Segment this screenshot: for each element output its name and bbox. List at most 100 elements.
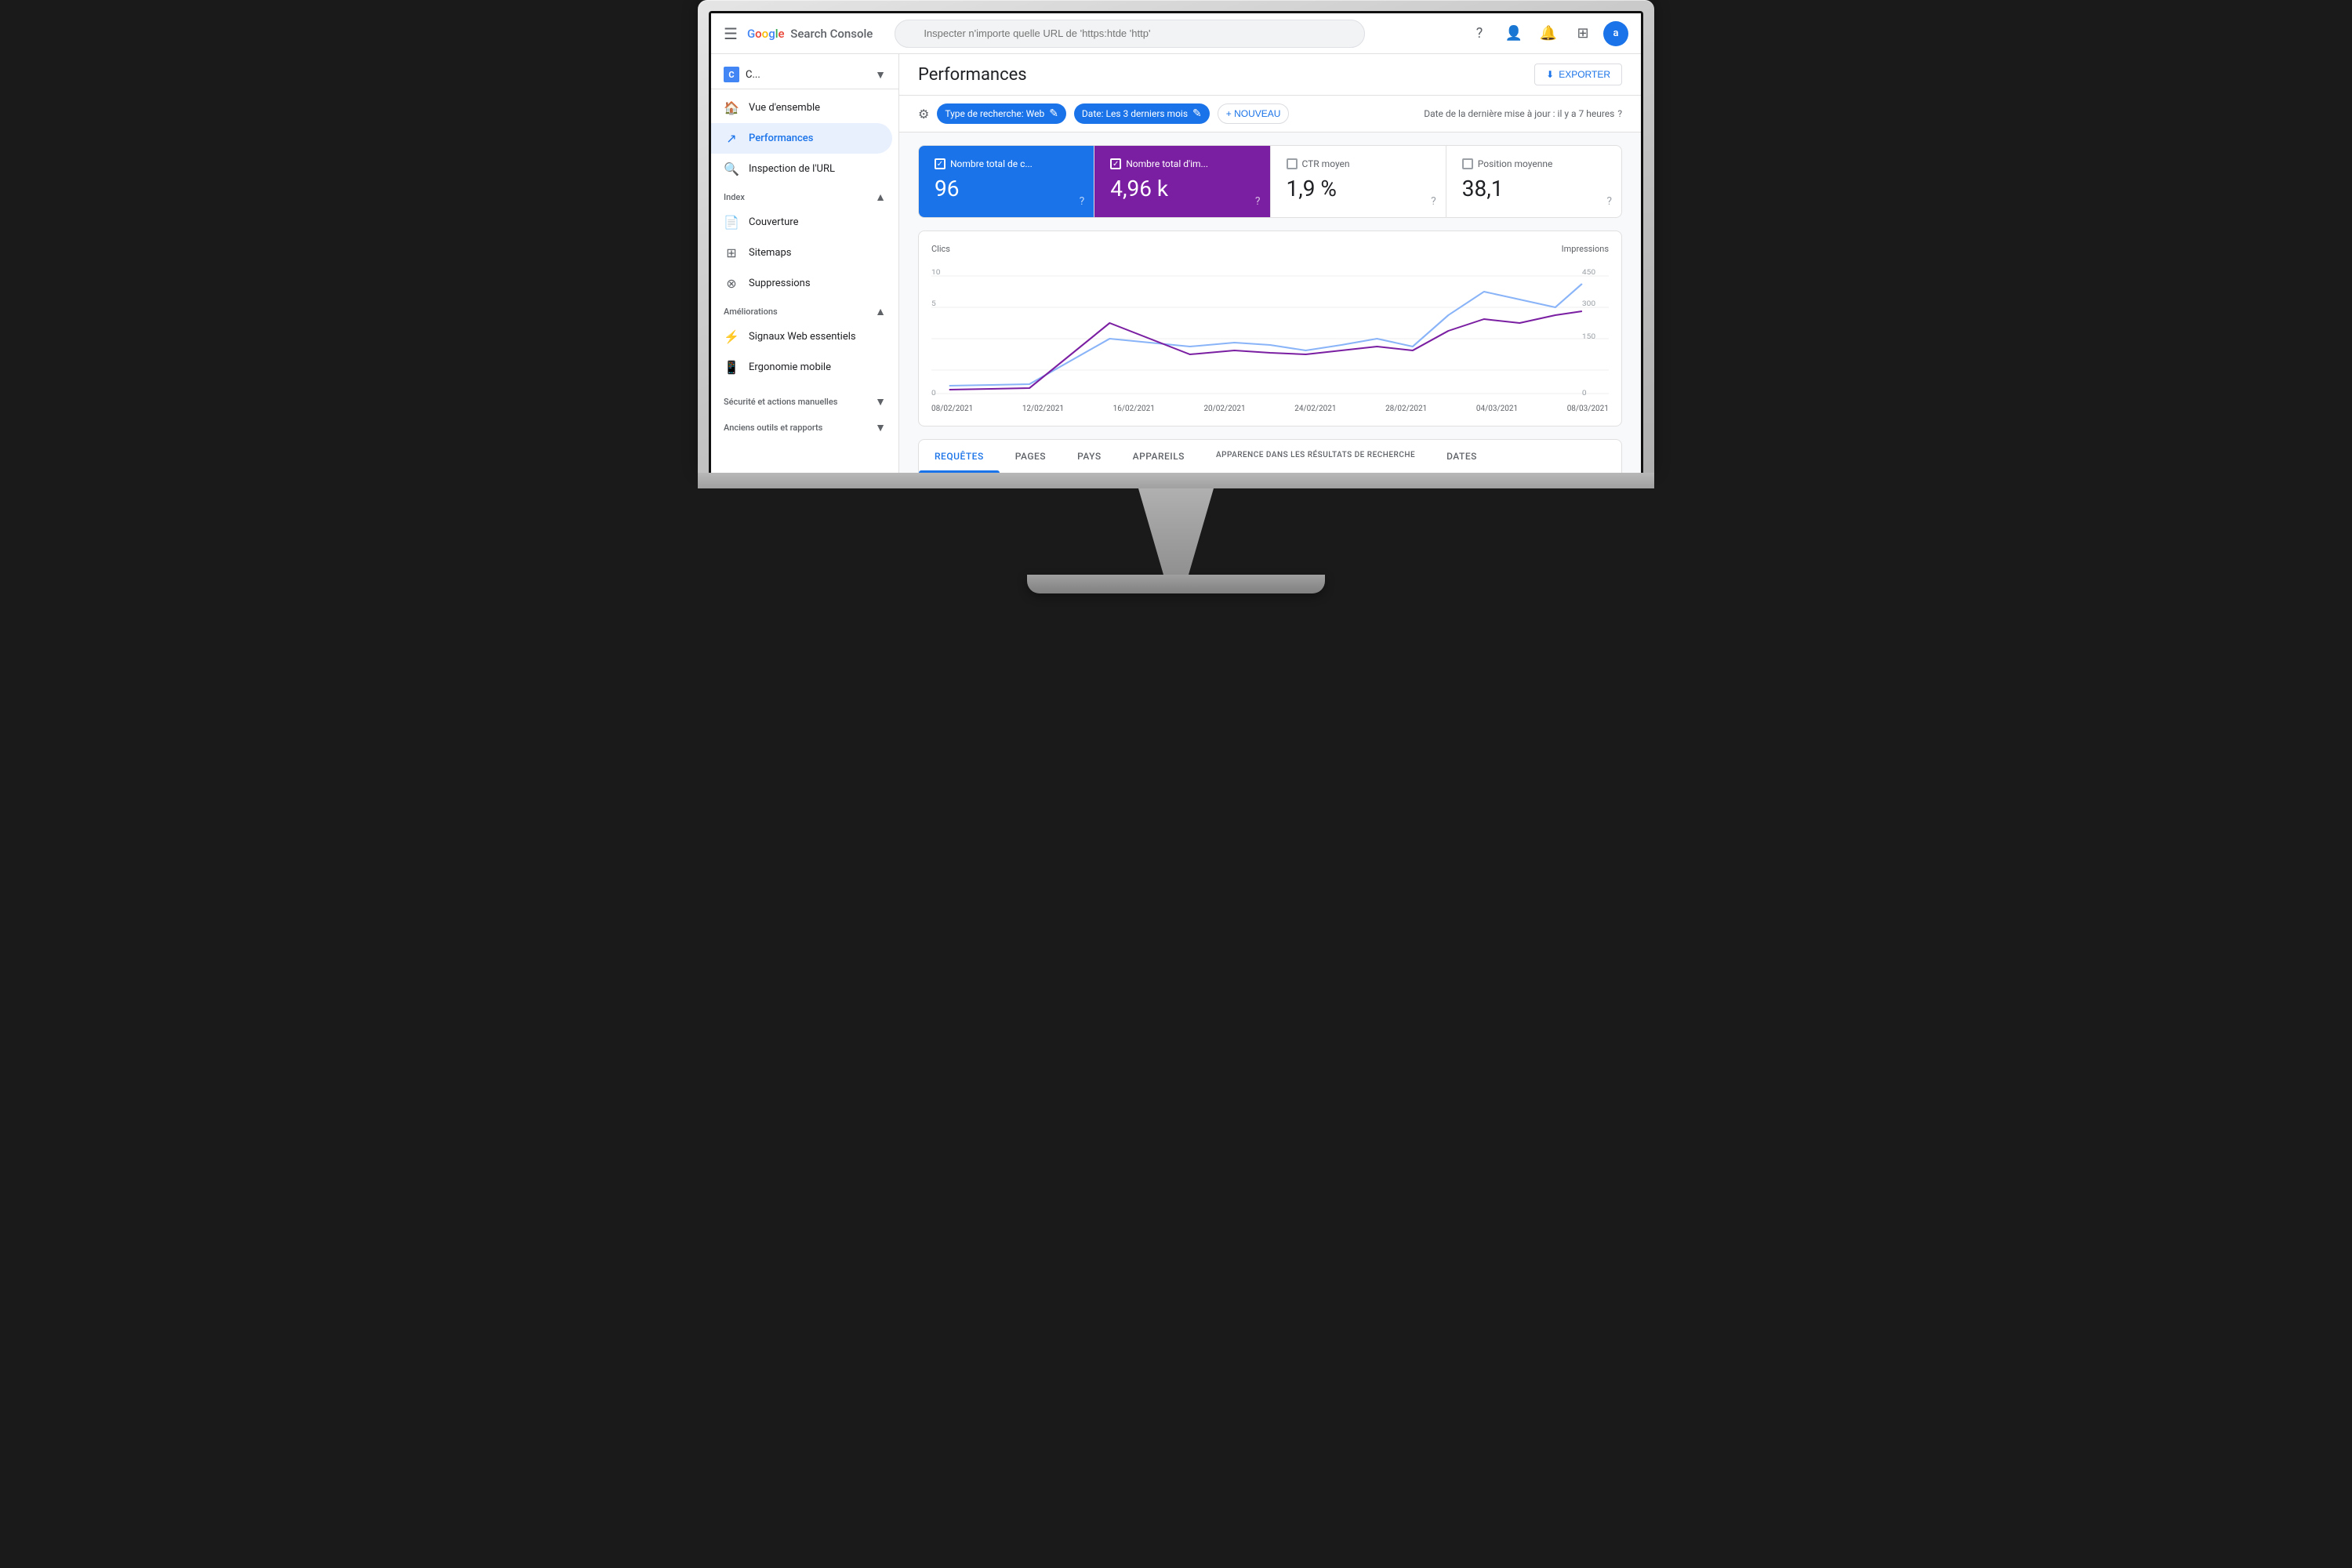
filter-bar: ⚙ Type de recherche: Web ✎ Date: Les 3 d… xyxy=(899,96,1641,132)
sidebar-label-vue-ensemble: Vue d'ensemble xyxy=(749,102,820,114)
chart-label-clics: Clics xyxy=(931,244,950,254)
sidebar-item-sitemaps[interactable]: ⊞ Sitemaps xyxy=(711,238,892,268)
metrics-cards: ✓ Nombre total de c... 96 ? xyxy=(918,145,1622,218)
svg-text:300: 300 xyxy=(1582,300,1595,308)
index-chevron-icon[interactable]: ▲ xyxy=(875,191,886,204)
export-button[interactable]: ⬇ EXPORTER xyxy=(1534,64,1622,85)
metric-value-ctr: 1,9 % xyxy=(1287,176,1430,201)
chart-date-8: 08/03/2021 xyxy=(1567,405,1609,413)
monitor-frame: ☰ Google Search Console 🔍 xyxy=(698,0,1654,473)
tab-appareils[interactable]: APPAREILS xyxy=(1117,440,1200,473)
tab-dates[interactable]: DATES xyxy=(1431,440,1493,473)
topbar-actions: ? 👤 🔔 ⊞ a xyxy=(1465,20,1628,48)
mobile-icon: 📱 xyxy=(724,360,739,375)
chart-date-6: 28/02/2021 xyxy=(1385,405,1427,413)
metrics-area: ✓ Nombre total de c... 96 ? xyxy=(899,132,1641,230)
metric-label-ctr: CTR moyen xyxy=(1302,158,1350,169)
metric-info-clics[interactable]: ? xyxy=(1080,195,1085,208)
filter-icon: ⚙ xyxy=(918,107,929,122)
property-chevron-icon: ▼ xyxy=(875,68,886,82)
trending-icon: ↗ xyxy=(724,131,739,146)
metric-value-position: 38,1 xyxy=(1462,176,1606,201)
svg-text:450: 450 xyxy=(1582,269,1595,277)
sidebar-item-couverture[interactable]: 📄 Couverture xyxy=(711,207,892,238)
tabs-bar: REQUÊTES PAGES PAYS APPAREILS APPARENCE … xyxy=(918,439,1622,473)
filter-date-info: Date de la dernière mise à jour : il y a… xyxy=(1424,108,1622,119)
sidebar-item-ergonomie[interactable]: 📱 Ergonomie mobile xyxy=(711,352,892,383)
old-tools-section-label: Anciens outils et rapports xyxy=(724,423,822,433)
metric-label-impressions: Nombre total d'im... xyxy=(1126,158,1208,169)
filter-chip-date[interactable]: Date: Les 3 derniers mois ✎ xyxy=(1074,103,1210,124)
scene: ☰ Google Search Console 🔍 xyxy=(651,0,1701,593)
chart-dates: 08/02/2021 12/02/2021 16/02/2021 20/02/2… xyxy=(931,405,1609,413)
help-icon-btn[interactable]: ? xyxy=(1465,20,1494,48)
chart-svg-wrapper: 10 5 0 450 300 150 0 xyxy=(931,260,1609,401)
sidebar-label-suppressions: Suppressions xyxy=(749,278,811,289)
topbar-logo: Google Search Console xyxy=(747,27,873,41)
metric-checkbox-position xyxy=(1462,158,1473,169)
ameliorations-chevron-icon[interactable]: ▲ xyxy=(875,305,886,318)
security-chevron-icon[interactable]: ▼ xyxy=(875,395,886,408)
svg-text:0: 0 xyxy=(1582,390,1587,397)
property-name: C... xyxy=(746,69,869,81)
content-header: Performances ⬇ EXPORTER xyxy=(899,54,1641,96)
tab-requetes[interactable]: REQUÊTES xyxy=(919,440,1000,473)
svg-text:10: 10 xyxy=(931,269,940,277)
filter-chip-search-type[interactable]: Type de recherche: Web ✎ xyxy=(937,103,1066,124)
sidebar-item-suppressions[interactable]: ⊗ Suppressions xyxy=(711,268,892,299)
sidebar-item-vue-ensemble[interactable]: 🏠 Vue d'ensemble xyxy=(711,93,892,123)
chart-date-5: 24/02/2021 xyxy=(1294,405,1336,413)
chart-date-4: 20/02/2021 xyxy=(1203,405,1245,413)
topbar-search-wrapper: 🔍 xyxy=(895,20,1365,48)
sidebar-item-performances[interactable]: ↗ Performances xyxy=(711,123,892,154)
metric-value-clics: 96 xyxy=(935,176,1078,201)
metric-card-position[interactable]: Position moyenne 38,1 ? xyxy=(1446,146,1621,217)
suppress-icon: ⊗ xyxy=(724,276,739,291)
new-filter-label: + NOUVEAU xyxy=(1226,108,1281,119)
tab-apparence[interactable]: APPARENCE DANS LES RÉSULTATS DE RECHERCH… xyxy=(1200,440,1431,473)
metric-card-clics[interactable]: ✓ Nombre total de c... 96 ? xyxy=(919,146,1094,217)
metric-info-impressions[interactable]: ? xyxy=(1255,195,1261,208)
apps-icon-btn[interactable]: ⊞ xyxy=(1569,20,1597,48)
date-info-text: Date de la dernière mise à jour : il y a… xyxy=(1424,108,1614,119)
vitals-icon: ⚡ xyxy=(724,329,739,344)
tab-pays[interactable]: PAYS xyxy=(1062,440,1117,473)
property-selector[interactable]: C C... ▼ xyxy=(711,60,898,89)
chart-svg: 10 5 0 450 300 150 0 xyxy=(931,260,1609,401)
topbar: ☰ Google Search Console 🔍 xyxy=(711,13,1641,54)
sidebar-section-ameliorations: Améliorations ▲ xyxy=(711,299,898,321)
chip-edit-icon-search: ✎ xyxy=(1049,107,1058,120)
people-icon-btn[interactable]: 👤 xyxy=(1500,20,1528,48)
metric-card-impressions[interactable]: ✓ Nombre total d'im... 4,96 k ? xyxy=(1094,146,1270,217)
sidebar-item-signaux-web[interactable]: ⚡ Signaux Web essentiels xyxy=(711,321,892,352)
stand-neck xyxy=(1113,488,1239,575)
sidebar-label-ergonomie: Ergonomie mobile xyxy=(749,361,831,373)
filter-chip-label-search: Type de recherche: Web xyxy=(945,108,1044,119)
new-filter-button[interactable]: + NOUVEAU xyxy=(1218,103,1290,124)
notification-icon-btn[interactable]: 🔔 xyxy=(1534,20,1563,48)
avatar-btn[interactable]: a xyxy=(1603,21,1628,46)
url-search-input[interactable] xyxy=(895,20,1365,48)
chart-date-3: 16/02/2021 xyxy=(1113,405,1155,413)
metric-info-position[interactable]: ? xyxy=(1606,195,1612,208)
date-info-help-icon[interactable]: ? xyxy=(1617,108,1622,119)
gsc-app: ☰ Google Search Console 🔍 xyxy=(711,13,1641,473)
export-label: EXPORTER xyxy=(1559,69,1610,80)
tab-pages[interactable]: PAGES xyxy=(1000,440,1062,473)
chart-date-2: 12/02/2021 xyxy=(1022,405,1064,413)
stand-base xyxy=(1027,575,1325,593)
main-layout: C C... ▼ 🏠 Vue d'ensemble ↗ xyxy=(711,54,1641,473)
menu-icon[interactable]: ☰ xyxy=(724,24,738,43)
sidebar-section-security: Sécurité et actions manuelles ▼ xyxy=(711,389,898,412)
sidebar-item-inspection-url[interactable]: 🔍 Inspection de l'URL xyxy=(711,154,892,184)
monitor-wrapper: ☰ Google Search Console 🔍 xyxy=(651,0,1701,593)
metric-info-ctr[interactable]: ? xyxy=(1431,195,1436,208)
property-icon: C xyxy=(724,67,739,82)
stand-top-bar xyxy=(698,473,1654,488)
sidebar-label-couverture: Couverture xyxy=(749,216,798,228)
old-tools-chevron-icon[interactable]: ▼ xyxy=(875,421,886,434)
metric-card-ctr[interactable]: CTR moyen 1,9 % ? xyxy=(1271,146,1446,217)
metric-checkbox-ctr xyxy=(1287,158,1298,169)
sidebar-section-old-tools: Anciens outils et rapports ▼ xyxy=(711,415,898,437)
metric-checkbox-clics: ✓ xyxy=(935,158,946,169)
